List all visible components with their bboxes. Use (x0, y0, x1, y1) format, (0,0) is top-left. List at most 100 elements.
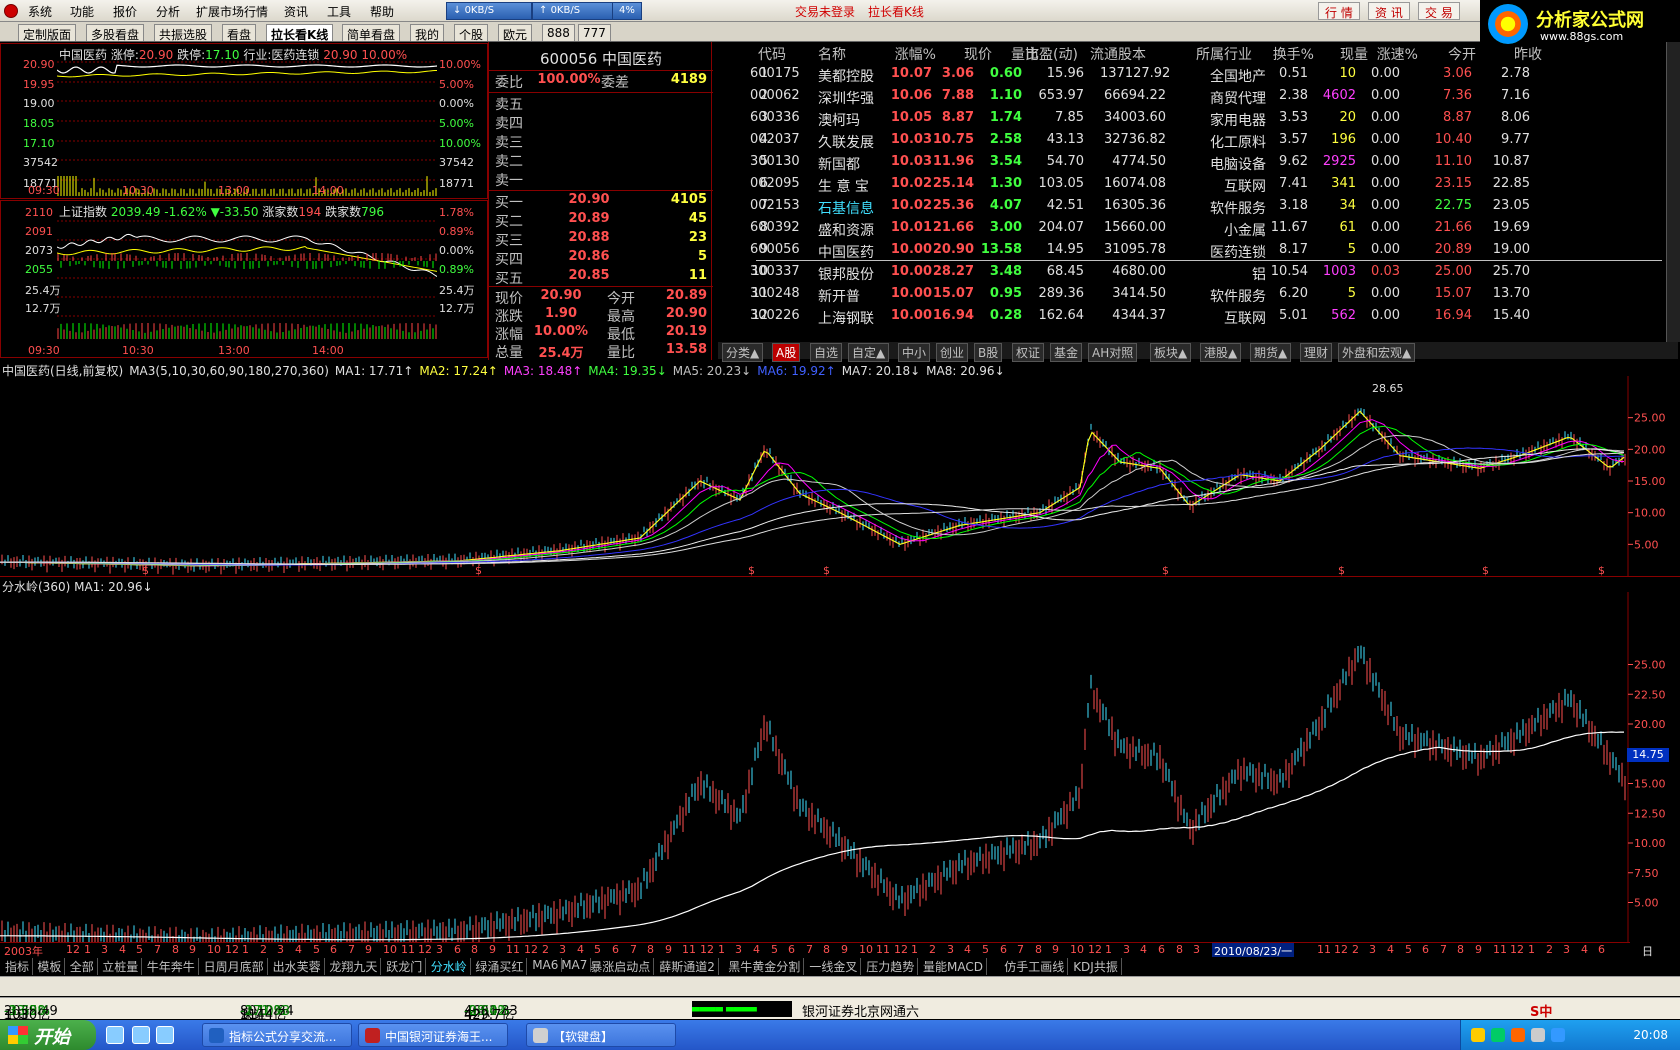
buy-level[interactable]: 买一 20.90 4105 (491, 192, 711, 211)
table-row[interactable]: 3 600336 澳柯玛 10.05 8.87 1.74 7.85 34003.60 家用电器 3… (712, 108, 1680, 130)
column-header[interactable]: 涨速% (1358, 44, 1418, 64)
table-row[interactable]: 7 002153 石基信息 10.02 25.36 4.07 42.51 16305.36 软件… (712, 196, 1680, 218)
column-header[interactable]: 流通股本 (1086, 44, 1146, 64)
menu-help[interactable]: 帮助 (370, 3, 394, 20)
indicator-tab[interactable]: 龙翔九天 (326, 958, 382, 975)
table-row[interactable]: 8 600392 盛和资源 10.01 21.66 3.00 204.07 15660.00 小… (712, 218, 1680, 240)
news-button[interactable]: 资 讯 (1368, 2, 1410, 20)
tab-mine[interactable]: 我的 (410, 24, 445, 42)
menu-system[interactable]: 系统 (28, 3, 52, 20)
kline-chart[interactable]: 25.00 20.00 15.00 10.00 5.00 28.65 $ $ $ $ $ $ $ $ (0, 376, 1680, 576)
ie-icon[interactable] (132, 1026, 150, 1044)
section-tab[interactable]: 基金 (1050, 343, 1083, 362)
ime-icon[interactable]: S中 (1530, 1001, 1552, 1020)
indicator-tab[interactable]: 日周月底部 (201, 958, 268, 975)
tab-single-stock[interactable]: 个股 (454, 24, 489, 42)
indicator-tab[interactable]: 薛斯通道2 (656, 958, 719, 975)
explorer-icon[interactable] (156, 1026, 174, 1044)
horizontal-scrollbar[interactable] (0, 976, 1680, 996)
tab-custom-layout[interactable]: 定制版面 (18, 24, 77, 42)
buy-level[interactable]: 买五 20.85 11 (491, 268, 711, 287)
indicator-tab[interactable]: 暴涨启动点 (587, 958, 655, 975)
table-row[interactable]: 6 002095 生 意 宝 10.02 25.14 1.30 103.05 16074.08… (712, 174, 1680, 196)
indicator-tab[interactable]: 出水芙蓉 (270, 958, 325, 975)
section-tab[interactable]: A股 (772, 343, 801, 362)
quote-button[interactable]: 行 情 (1318, 2, 1360, 20)
section-tab[interactable]: 中小 (898, 343, 931, 362)
task-soft-keyboard[interactable]: 【软键盘】 (526, 1023, 676, 1047)
indicator-tab[interactable]: 分水岭 (428, 958, 471, 975)
section-tab[interactable]: 期货▲ (1250, 343, 1292, 362)
indicator-tab[interactable]: 模板 (34, 958, 66, 975)
menu-ext-market[interactable]: 扩展市场行情 (196, 3, 268, 20)
tab-resonance[interactable]: 共振选股 (154, 24, 213, 42)
network-icon[interactable] (1551, 1028, 1565, 1042)
indicator-tab[interactable]: 指标 (2, 958, 34, 975)
section-tab[interactable]: 板块▲ (1150, 343, 1192, 362)
tray-icon[interactable] (1471, 1028, 1485, 1042)
section-tab[interactable]: 外盘和宏观▲ (1338, 343, 1416, 362)
indicator-tab[interactable]: 仿手工画线 (1001, 958, 1069, 975)
indicator-tab[interactable]: 压力趋势 (863, 958, 919, 975)
buy-level[interactable]: 买四 20.86 5 (491, 249, 711, 268)
indicator-tab[interactable]: 跃龙门 (383, 958, 427, 975)
indicator-tab[interactable]: 一线金叉 (806, 958, 862, 975)
table-row[interactable]: 11 300248 新开普 10.00 15.07 0.95 289.36 3414.50 软件… (712, 284, 1680, 306)
tab-multi-stock[interactable]: 多股看盘 (86, 24, 145, 42)
quote-list[interactable]: 代码 名称 涨幅% 现价 量比 市盈(动) 流通股本 所属行业 换手% 现量 涨速% 今开 昨收 1 60… (712, 42, 1680, 342)
section-tab[interactable]: 创业 (936, 343, 969, 362)
indicator-tab[interactable]: KDJ共振 (1070, 958, 1122, 975)
buy-level[interactable]: 买二 20.89 45 (491, 211, 711, 230)
buy-level[interactable]: 买三 20.88 23 (491, 230, 711, 249)
menu-function[interactable]: 功能 (70, 3, 94, 20)
section-tab[interactable]: 理财 (1300, 343, 1333, 362)
tab-kline-long[interactable]: 拉长看K线 (266, 24, 334, 42)
tray-icon[interactable] (1511, 1028, 1525, 1042)
indicator-tab[interactable]: 量能MACD (920, 958, 987, 975)
menu-tools[interactable]: 工具 (327, 3, 351, 20)
quote-list-scrollbar[interactable] (1666, 42, 1680, 342)
section-tab[interactable]: 港股▲ (1200, 343, 1242, 362)
table-row[interactable]: 2 000062 深圳华强 10.06 7.88 1.10 653.97 66694.22 商贸… (712, 86, 1680, 108)
tab-watch[interactable]: 看盘 (222, 24, 257, 42)
indicator-tab[interactable]: 牛年奔牛 (144, 958, 199, 975)
menu-analysis[interactable]: 分析 (156, 3, 180, 20)
tab-888[interactable]: 888 (542, 24, 575, 41)
column-header[interactable]: 昨收 (1482, 44, 1542, 64)
tab-euro[interactable]: 欧元 (498, 24, 533, 42)
intraday-stock-panel[interactable]: 中国医药 涨停:20.90 跌停:17.10 行业:医药连锁 20.90 10.… (0, 43, 488, 199)
table-row[interactable]: 9 600056 中国医药 10.00 20.90 13.58 14.95 31095.78 医… (712, 240, 1680, 262)
indicator-tab[interactable]: 绿涌买红 (472, 958, 528, 975)
start-button[interactable]: 开始 (0, 1020, 96, 1050)
column-header[interactable]: 所属行业 (1196, 44, 1252, 64)
table-row[interactable]: 12 300226 上海钢联 10.00 16.94 0.28 162.64 4344.37 互… (712, 306, 1680, 328)
task-trading-app[interactable]: 中国银河证券海王... (358, 1023, 508, 1047)
column-header[interactable]: 换手% (1254, 44, 1314, 64)
section-tab[interactable]: 自定▲ (848, 343, 890, 362)
quicklaunch-icon[interactable] (106, 1026, 124, 1044)
table-row[interactable]: 1 600175 美都控股 10.07 3.06 0.60 15.96 137127.92 全国… (712, 64, 1680, 86)
section-tab[interactable]: 权证 (1012, 343, 1045, 362)
menu-news[interactable]: 资讯 (284, 3, 308, 20)
table-row[interactable]: 4 002037 久联发展 10.03 10.75 2.58 43.13 32736.82 化工… (712, 130, 1680, 152)
section-tab[interactable]: B股 (974, 343, 1003, 362)
indicator-tab[interactable]: 立桩量 (99, 958, 143, 975)
column-header[interactable]: 今开 (1416, 44, 1476, 64)
column-header[interactable]: 涨幅% (876, 44, 936, 64)
menu-quote[interactable]: 报价 (113, 3, 137, 20)
table-row[interactable]: 5 300130 新国都 10.03 11.96 3.54 54.70 4774.50 电脑设备… (712, 152, 1680, 174)
trade-button[interactable]: 交 易 (1418, 2, 1460, 20)
column-header[interactable]: 市盈(动) (1018, 44, 1078, 64)
indicator-tab[interactable]: 全部 (67, 958, 98, 975)
section-tab[interactable]: 分类▲ (722, 343, 764, 362)
column-header[interactable]: 名称 (818, 44, 846, 64)
tab-777[interactable]: 777 (578, 24, 611, 41)
watershed-indicator-chart[interactable]: 25.0022.5020.0017.5015.0012.5010.007.505… (0, 592, 1680, 942)
section-tab[interactable]: 自选 (810, 343, 843, 362)
index-panel[interactable]: 上证指数 2039.49 -1.62% ▼-33.50 涨家数194 跌家数79… (0, 200, 488, 358)
column-header[interactable]: 代码 (758, 44, 786, 64)
task-forum[interactable]: 指标公式分享交流... (202, 1023, 352, 1047)
trade-login-status[interactable]: 交易未登录 (795, 3, 855, 20)
tray-icon[interactable] (1491, 1028, 1505, 1042)
indicator-tab[interactable]: 黑牛黄金分割 (725, 958, 805, 975)
